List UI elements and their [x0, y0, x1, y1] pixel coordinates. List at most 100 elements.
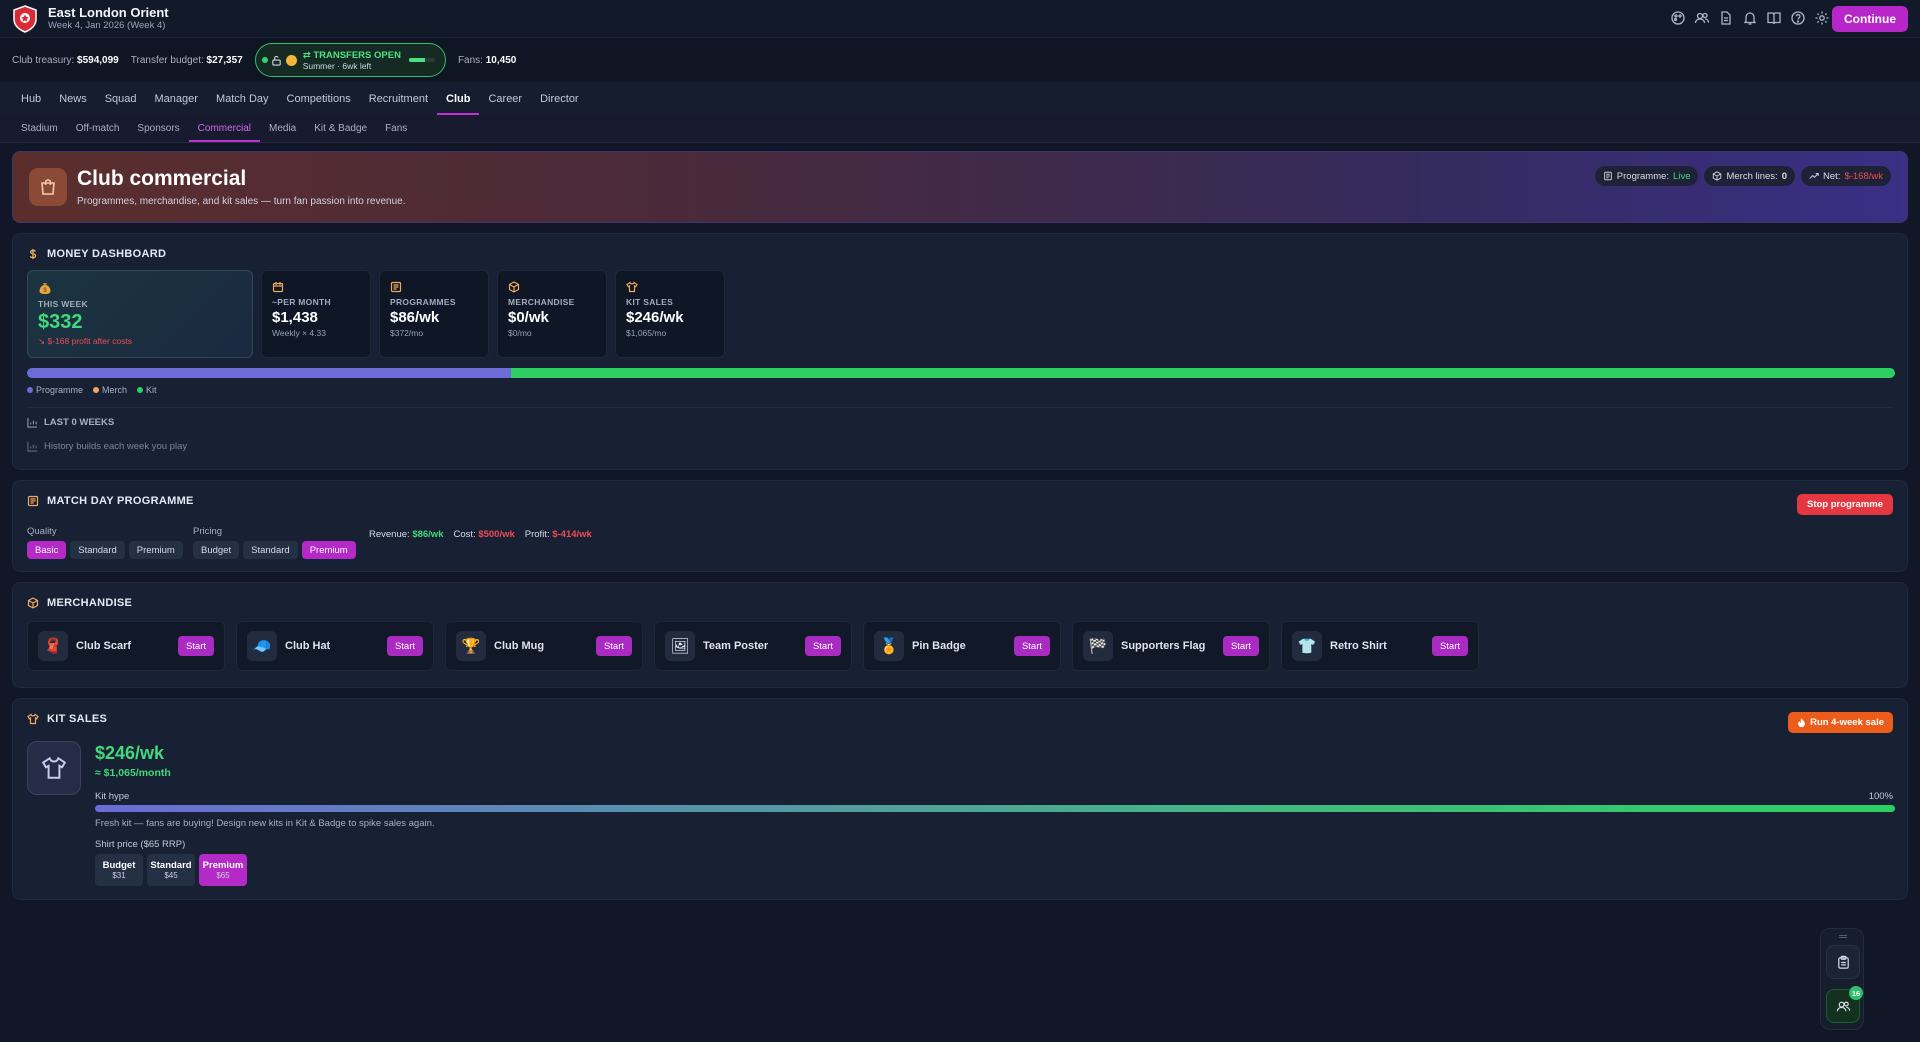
breakdown-segment-programme — [27, 368, 511, 378]
shopping-bag-icon — [29, 168, 67, 206]
start-button[interactable]: Start — [386, 636, 423, 656]
merch-item-retro-shirt: 👕 Retro Shirt Start — [1281, 621, 1479, 671]
subnav-item-off-match[interactable]: Off-match — [67, 115, 129, 142]
legend-dot-icon — [137, 387, 144, 393]
merch-name: Club Hat — [285, 640, 331, 652]
stop-programme-button[interactable]: Stop programme — [1796, 494, 1893, 515]
legend-label: Programme — [36, 385, 84, 395]
page-title: Club commercial — [77, 167, 247, 190]
money-card-value: $332 — [38, 311, 83, 333]
subnav-item-kit-badge[interactable]: Kit & Badge — [305, 115, 376, 142]
nav-item-squad[interactable]: Squad — [96, 82, 146, 115]
merch-lines-value: 0 — [1781, 170, 1787, 182]
kit-hype-label: Kit hype — [95, 791, 130, 802]
document-icon[interactable] — [1718, 10, 1734, 26]
nav-item-news[interactable]: News — [50, 82, 96, 115]
money-card-sub: $0/mo — [508, 328, 532, 338]
start-button[interactable]: Start — [1222, 636, 1259, 656]
price-option-standard[interactable]: Standard $45 — [147, 854, 195, 886]
clipboard-button[interactable] — [1826, 945, 1860, 979]
transfer-budget-value: $27,357 — [206, 54, 243, 66]
revenue-breakdown-bar — [27, 368, 1895, 378]
quality-option-premium[interactable]: Premium — [128, 541, 183, 559]
quality-option-basic[interactable]: Basic — [27, 541, 67, 559]
kit-monthly-revenue: ≈ $1,065/month — [95, 767, 171, 779]
price-option-budget[interactable]: Budget $31 — [95, 854, 143, 886]
money-card-value: $1,438 — [272, 309, 318, 326]
users-icon[interactable] — [1694, 10, 1710, 26]
nav-item-match-day[interactable]: Match Day — [207, 82, 278, 115]
fans-label: Fans: — [457, 54, 483, 66]
club-treasury: Club treasury: $594,099 — [12, 55, 119, 66]
retro-shirt-icon: 👕 — [1292, 631, 1322, 661]
users-icon — [1836, 999, 1851, 1014]
subnav-item-commercial[interactable]: Commercial — [188, 115, 261, 142]
quality-selector: Basic Standard Premium — [27, 541, 183, 559]
squad-button[interactable]: 16 — [1826, 986, 1863, 1023]
subnav-item-media[interactable]: Media — [260, 115, 305, 142]
divider — [27, 407, 1893, 408]
legend-dot-icon — [27, 387, 33, 393]
price-option-premium[interactable]: Premium $65 — [199, 854, 247, 886]
section-title: MONEY DASHBOARD — [47, 248, 167, 260]
trend-down-icon: ↘ — [38, 336, 48, 346]
treasury-value: $594,099 — [77, 54, 119, 66]
nav-item-manager[interactable]: Manager — [146, 82, 207, 115]
start-button[interactable]: Start — [177, 636, 214, 656]
shirt-icon — [626, 281, 714, 293]
newspaper-icon — [1603, 171, 1613, 181]
revenue-stat: Revenue: $86/wk — [369, 529, 444, 540]
legend-label: Kit — [146, 385, 157, 395]
palette-icon[interactable] — [1670, 10, 1686, 26]
nav-item-career[interactable]: Career — [479, 82, 531, 115]
dollar-icon — [27, 248, 39, 260]
start-button[interactable]: Start — [804, 636, 841, 656]
drag-handle-icon[interactable] — [1839, 935, 1847, 938]
nav-item-recruitment[interactable]: Recruitment — [360, 82, 437, 115]
pricing-option-budget[interactable]: Budget — [193, 541, 240, 559]
help-icon[interactable] — [1790, 10, 1806, 26]
subnav-item-sponsors[interactable]: Sponsors — [128, 115, 188, 142]
pricing-option-premium[interactable]: Premium — [301, 541, 356, 559]
legend-dot-icon — [93, 387, 100, 393]
merch-item-club-hat: 🧢 Club Hat Start — [236, 621, 434, 671]
history-empty-row: History builds each week you play — [27, 441, 187, 452]
pricing-option-standard[interactable]: Standard — [243, 541, 298, 559]
transfers-sub: Summer · 6wk left — [302, 60, 372, 71]
run-sale-button[interactable]: Run 4-week sale — [1788, 712, 1893, 733]
subnav-item-stadium[interactable]: Stadium — [12, 115, 67, 142]
newspaper-icon — [390, 281, 478, 293]
box-icon — [27, 597, 39, 609]
club-crest-icon[interactable] — [12, 4, 38, 33]
start-button[interactable]: Start — [595, 636, 632, 656]
start-button[interactable]: Start — [1013, 636, 1050, 656]
nav-item-hub[interactable]: Hub — [12, 82, 50, 115]
settings-gear-icon[interactable] — [1814, 10, 1830, 26]
quality-option-standard[interactable]: Standard — [70, 541, 125, 559]
money-card-value: $0/wk — [508, 309, 549, 326]
merch-name: Supporters Flag — [1121, 640, 1206, 652]
transfer-window-pill[interactable]: ⇄ TRANSFERS OPEN Summer · 6wk left — [254, 43, 446, 77]
nav-item-club[interactable]: Club — [437, 82, 480, 115]
nav-item-director[interactable]: Director — [531, 82, 588, 115]
trend-up-icon — [1809, 171, 1819, 181]
programme-header: MATCH DAY PROGRAMME — [27, 495, 194, 507]
kit-hype-percent: 100% — [1868, 791, 1893, 802]
programme-financials: Revenue: $86/wk Cost: $500/wk Profit: $-… — [369, 529, 592, 540]
bell-icon[interactable] — [1742, 10, 1758, 26]
kit-note: Fresh kit — fans are buying! Design new … — [95, 818, 435, 829]
net-label: Net: — [1823, 170, 1841, 182]
shirt-icon — [27, 713, 39, 725]
subnav-item-fans[interactable]: Fans — [376, 115, 416, 142]
bar-chart-empty-icon — [27, 441, 38, 452]
breakdown-segment-kit — [510, 368, 1895, 378]
book-icon[interactable] — [1766, 10, 1782, 26]
commercial-hero: Club commercial Programmes, merchandise,… — [12, 151, 1908, 223]
poster-icon: 🖼 — [665, 631, 695, 661]
continue-button[interactable]: Continue — [1832, 6, 1908, 32]
coin-icon — [285, 54, 297, 66]
notification-badge: 16 — [1849, 986, 1863, 1000]
nav-item-competitions[interactable]: Competitions — [278, 82, 360, 115]
club-name: East London Orient — [48, 4, 169, 20]
start-button[interactable]: Start — [1431, 636, 1468, 656]
